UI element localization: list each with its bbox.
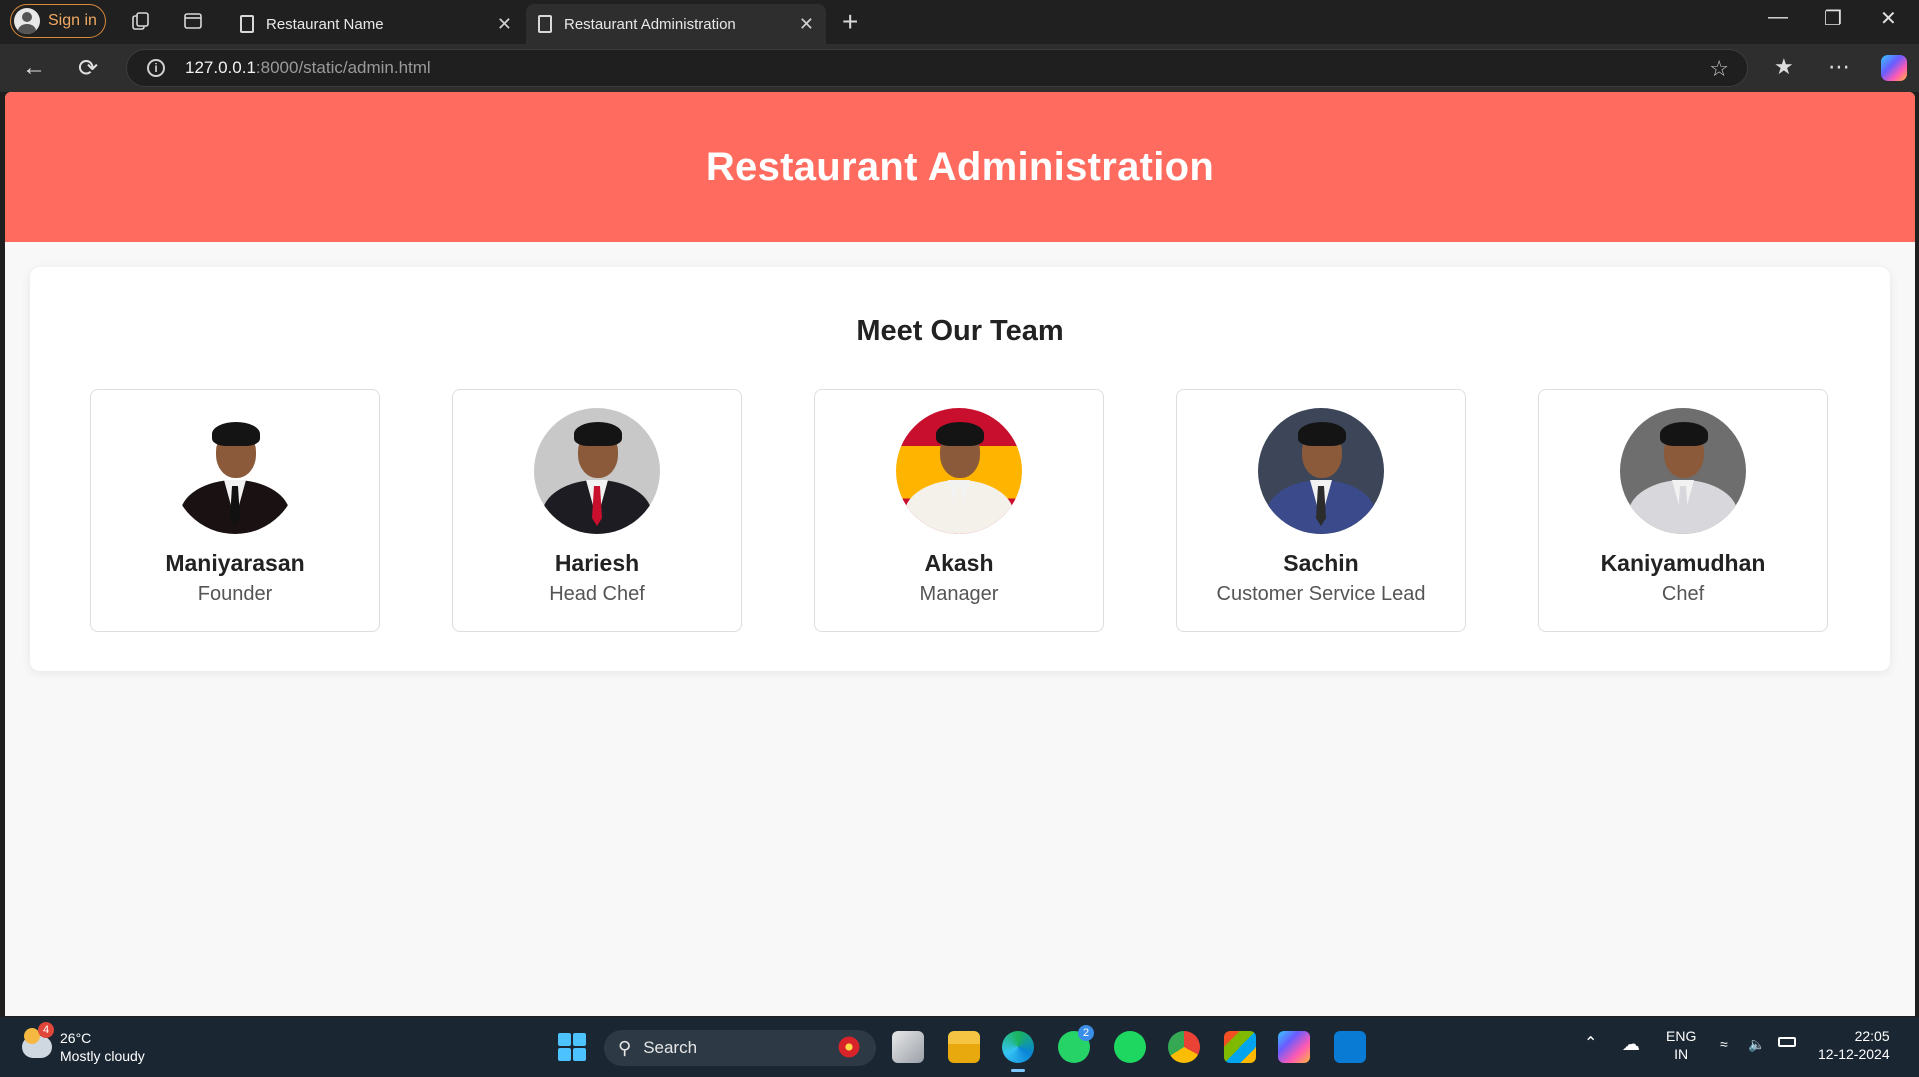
url-host: 127.0.0.1: [185, 58, 256, 77]
page-header: Restaurant Administration: [5, 92, 1915, 242]
microsoft-store-icon[interactable]: [1224, 1031, 1256, 1063]
url-bar[interactable]: i 127.0.0.1:8000/static/admin.html ☆: [126, 49, 1748, 87]
sign-in-label: Sign in: [48, 12, 97, 29]
spotify-icon[interactable]: [1114, 1031, 1146, 1063]
copilot-icon[interactable]: [1881, 55, 1907, 81]
tab-close-icon[interactable]: ✕: [799, 14, 814, 35]
avatar: [534, 408, 660, 534]
member-role: Head Chef: [549, 583, 645, 605]
profile-avatar-icon: [14, 8, 40, 34]
chrome-icon[interactable]: [1168, 1031, 1200, 1063]
close-window-button[interactable]: ✕: [1880, 6, 1897, 31]
windows-start-icon[interactable]: [558, 1033, 586, 1061]
tab-actions-icon[interactable]: [182, 10, 204, 32]
member-name: Akash: [924, 550, 994, 576]
weather-badge: 4: [38, 1022, 54, 1038]
language-indicator[interactable]: ENG IN: [1666, 1027, 1696, 1063]
new-tab-button[interactable]: +: [842, 6, 858, 38]
tab-restaurant-name[interactable]: Restaurant Name ✕: [228, 4, 524, 44]
tab-restaurant-administration[interactable]: Restaurant Administration ✕: [526, 4, 826, 44]
team-member-card: Kaniyamudhan Chef: [1538, 389, 1828, 632]
wifi-icon[interactable]: ≈: [1720, 1035, 1728, 1053]
profile-sign-in-button[interactable]: Sign in: [10, 4, 106, 38]
show-hidden-icons-chevron-icon[interactable]: ⌃: [1584, 1035, 1597, 1053]
taskbar-search[interactable]: ⚲ Search: [604, 1030, 876, 1066]
address-toolbar: ← ⟳ i 127.0.0.1:8000/static/admin.html ☆…: [0, 44, 1919, 92]
clock-time: 22:05: [1854, 1028, 1890, 1044]
page-icon: [240, 15, 254, 33]
volume-icon[interactable]: 🔈: [1748, 1035, 1765, 1053]
member-role: Customer Service Lead: [1216, 583, 1426, 605]
language-code: ENG: [1666, 1028, 1697, 1044]
team-member-card: Sachin Customer Service Lead: [1176, 389, 1466, 632]
search-highlight-icon: [836, 1036, 862, 1058]
weather-desc: Mostly cloudy: [60, 1048, 145, 1064]
clock[interactable]: 22:05 12-12-2024: [1818, 1027, 1890, 1063]
windows-taskbar: 4 26°C Mostly cloudy ⚲ Search 2 ⌃ ☁ ENG …: [0, 1017, 1919, 1077]
weather-widget[interactable]: 4 26°C Mostly cloudy: [22, 1022, 145, 1065]
avatar: [1620, 408, 1746, 534]
clock-date: 12-12-2024: [1818, 1046, 1890, 1062]
region-code: IN: [1674, 1046, 1689, 1062]
restore-button[interactable]: ❐: [1824, 6, 1842, 31]
browser-tab-bar: Sign in Restaurant Name ✕ Restaurant Adm…: [0, 0, 1919, 44]
back-arrow-icon[interactable]: ←: [22, 54, 46, 82]
favorites-icon[interactable]: ★: [1774, 54, 1794, 80]
member-role: Manager: [919, 583, 999, 605]
section-title: Meet Our Team: [856, 315, 1064, 347]
task-view-icon[interactable]: [892, 1031, 924, 1063]
minimize-button[interactable]: —: [1768, 6, 1788, 29]
member-role: Chef: [1661, 583, 1705, 605]
avatar: [896, 408, 1022, 534]
member-name: Sachin: [1283, 550, 1359, 576]
whatsapp-badge: 2: [1078, 1025, 1094, 1041]
member-name: Hariesh: [554, 550, 640, 576]
member-role: Founder: [197, 583, 273, 605]
weather-temp: 26°C: [60, 1030, 92, 1046]
weather-cloud-icon: 4: [22, 1022, 54, 1058]
tab-close-icon[interactable]: ✕: [497, 14, 512, 35]
more-options-icon[interactable]: ⋯: [1828, 54, 1850, 80]
avatar: [1258, 408, 1384, 534]
team-member-card: Hariesh Head Chef: [452, 389, 742, 632]
team-member-card: Akash Manager: [814, 389, 1104, 632]
member-name: Kaniyamudhan: [1600, 550, 1766, 576]
favorite-star-icon[interactable]: ☆: [1709, 56, 1729, 82]
vscode-icon[interactable]: [1334, 1031, 1366, 1063]
search-icon: ⚲: [618, 1037, 632, 1058]
file-explorer-icon[interactable]: [948, 1031, 980, 1063]
search-label: Search: [643, 1038, 698, 1057]
refresh-icon[interactable]: ⟳: [78, 54, 98, 83]
edge-browser-icon[interactable]: [1002, 1031, 1034, 1072]
page-icon: [538, 15, 552, 33]
site-info-icon[interactable]: i: [147, 59, 165, 77]
tab-title: Restaurant Administration: [564, 15, 736, 33]
member-name: Maniyarasan: [165, 550, 305, 576]
avatar: [172, 408, 298, 534]
page-title: Restaurant Administration: [705, 144, 1215, 189]
url-path: :8000/static/admin.html: [255, 58, 431, 77]
onedrive-cloud-icon[interactable]: ☁: [1622, 1035, 1640, 1053]
team-member-card: Maniyarasan Founder: [90, 389, 380, 632]
page-viewport: Restaurant Administration Meet Our Team …: [5, 92, 1915, 1016]
battery-icon[interactable]: [1778, 1037, 1796, 1047]
workspaces-icon[interactable]: [130, 10, 152, 32]
team-section: Meet Our Team Maniyarasan Founder Haries…: [30, 267, 1890, 671]
whatsapp-icon[interactable]: 2: [1058, 1025, 1094, 1063]
tab-title: Restaurant Name: [266, 15, 384, 33]
copilot-app-icon[interactable]: [1278, 1031, 1310, 1063]
